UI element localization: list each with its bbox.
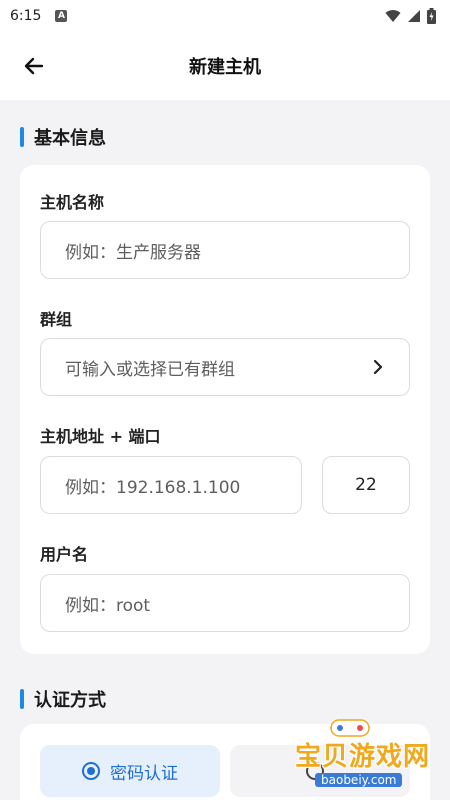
auth-section-title: 认证方式: [34, 690, 106, 711]
password-auth-label: 密码认证: [110, 763, 178, 784]
radio-selected-icon: [82, 762, 100, 780]
host-name-input[interactable]: 例如：生产服务器: [40, 221, 410, 279]
basic-section-title: 基本信息: [34, 128, 106, 149]
host-name-label: 主机名称: [40, 193, 105, 212]
group-label: 群组: [40, 310, 73, 329]
wifi-icon: [385, 10, 401, 22]
host-name-placeholder: 例如：生产服务器: [65, 242, 201, 263]
status-time: 6:15: [10, 8, 42, 24]
group-selector[interactable]: 可输入或选择已有群组: [40, 338, 410, 396]
page-title: 新建主机: [189, 57, 261, 78]
section-accent-bar: [20, 689, 24, 709]
section-accent-bar: [20, 127, 24, 147]
chevron-right-icon: [373, 359, 383, 375]
auth-section-header: 认证方式: [20, 686, 106, 712]
key-auth-option[interactable]: [230, 745, 410, 797]
basic-section-header: 基本信息: [20, 124, 106, 150]
status-bar: 6:15 A: [0, 0, 450, 32]
arrow-left-icon: [24, 57, 44, 75]
status-icons: [385, 8, 436, 24]
username-label: 用户名: [40, 545, 89, 564]
battery-icon: [427, 8, 436, 24]
auth-card: 密码认证: [20, 724, 430, 800]
password-auth-option[interactable]: 密码认证: [40, 745, 220, 797]
back-button[interactable]: [16, 50, 52, 82]
app-bar: 新建主机: [0, 32, 450, 100]
username-placeholder: 例如：root: [65, 595, 151, 616]
port-value: 22: [355, 475, 377, 495]
group-placeholder: 可输入或选择已有群组: [65, 359, 235, 380]
address-label: 主机地址 + 端口: [40, 427, 161, 446]
basic-info-card: 主机名称 例如：生产服务器 群组 可输入或选择已有群组 主机地址 + 端口 例如…: [20, 165, 430, 654]
a-icon: A: [55, 10, 68, 22]
username-input[interactable]: 例如：root: [40, 574, 410, 632]
signal-icon: [408, 10, 420, 22]
host-address-input[interactable]: 例如：192.168.1.100: [40, 456, 302, 514]
port-input[interactable]: 22: [322, 456, 410, 514]
radio-unselected-icon: [306, 762, 324, 780]
host-address-placeholder: 例如：192.168.1.100: [65, 477, 241, 498]
